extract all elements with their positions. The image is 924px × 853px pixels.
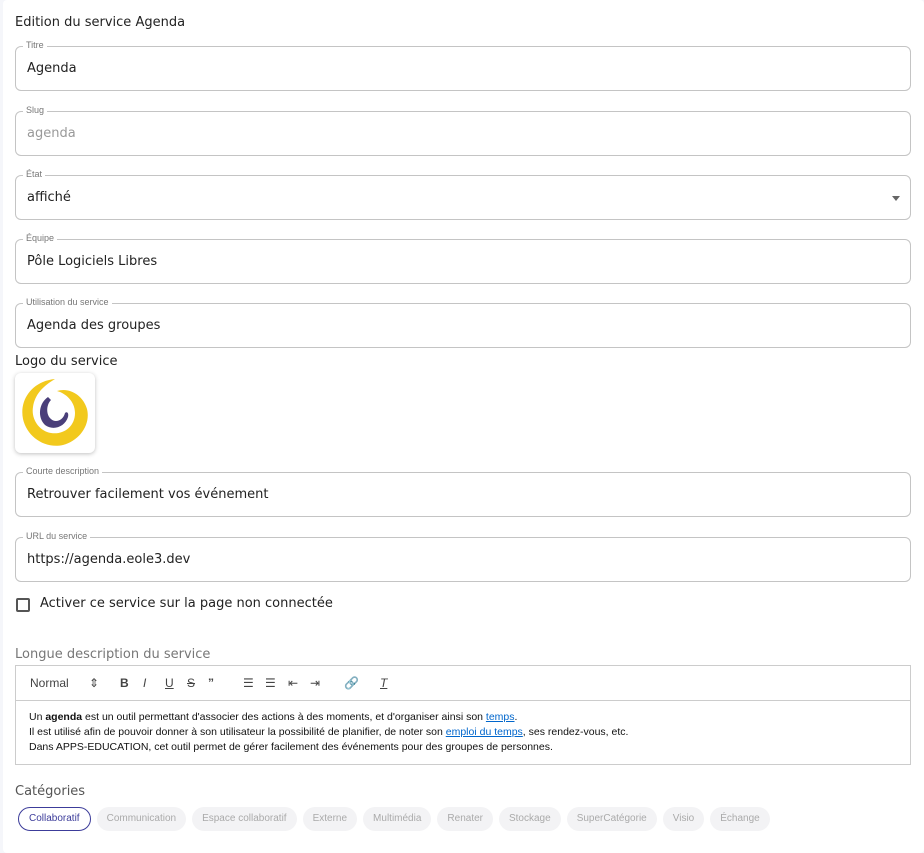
bold-icon[interactable]: B [120, 676, 129, 690]
editor-toolbar: Normal ⇕ B I U S ” ☰ ☰ ⇤ ⇥ 🔗 T [16, 666, 910, 701]
caret-down-icon [892, 196, 900, 201]
emploi-du-temps-link[interactable]: emploi du temps [446, 726, 523, 738]
temps-link[interactable]: temps [486, 711, 515, 723]
select-arrows-icon: ⇕ [89, 676, 100, 690]
logo-label: Logo du service [15, 354, 118, 369]
field-value: Retrouver facilement vos événement [27, 487, 269, 502]
categories-label: Catégories [15, 784, 86, 799]
short-description-field[interactable]: Courte description Retrouver facilement v… [15, 466, 911, 517]
strike-icon[interactable]: S [187, 676, 195, 690]
long-description-label: Longue description du service [15, 647, 211, 662]
field-value: Pôle Logiciels Libres [27, 254, 158, 269]
field-label: État [23, 169, 46, 179]
category-chip[interactable]: Visio [662, 807, 705, 831]
url-field[interactable]: URL du service https://agenda.eole3.dev [15, 531, 911, 582]
titre-field[interactable]: Titre Agenda [15, 40, 911, 91]
field-label: URL du service [23, 531, 91, 541]
field-label: Slug [23, 105, 48, 115]
category-chip[interactable]: Externe [302, 807, 358, 831]
field-label: Équipe [23, 233, 58, 243]
category-chip[interactable]: Communication [96, 807, 187, 831]
ordered-list-icon[interactable]: ☰ [243, 676, 254, 690]
bullet-list-icon[interactable]: ☰ [265, 676, 276, 690]
category-chip[interactable]: Multimédia [363, 807, 432, 831]
checkbox-label: Activer ce service sur la page non conne… [40, 596, 333, 611]
page-title: Edition du service Agenda [15, 15, 186, 30]
category-chips: Collaboratif Communication Espace collab… [18, 807, 770, 831]
field-value: Agenda [27, 61, 77, 76]
category-chip[interactable]: Stockage [498, 807, 561, 831]
editor-content[interactable]: Un agenda est un outil permettant d'asso… [16, 701, 910, 764]
italic-icon[interactable]: I [143, 676, 146, 690]
field-value: https://agenda.eole3.dev [27, 552, 191, 567]
outdent-icon[interactable]: ⇤ [288, 676, 298, 690]
category-chip[interactable]: Échange [710, 807, 770, 831]
field-label: Titre [23, 40, 47, 50]
field-value: agenda [27, 126, 76, 141]
slug-field: Slug agenda [15, 105, 911, 156]
field-value: Agenda des groupes [27, 318, 161, 333]
public-page-checkbox[interactable] [16, 598, 30, 612]
field-value: affiché [27, 190, 71, 205]
rich-text-editor[interactable]: Normal ⇕ B I U S ” ☰ ☰ ⇤ ⇥ 🔗 T Un agenda… [15, 665, 911, 765]
category-chip[interactable]: Collaboratif [18, 807, 91, 831]
link-icon[interactable]: 🔗 [344, 676, 359, 690]
agenda-logo-icon [22, 379, 88, 446]
service-logo[interactable] [15, 373, 95, 453]
clear-format-icon[interactable]: T [380, 676, 387, 690]
etat-select[interactable]: État affiché [15, 169, 911, 220]
format-select[interactable]: Normal [30, 676, 69, 690]
field-label: Utilisation du service [23, 297, 112, 307]
blockquote-icon[interactable]: ” [208, 676, 214, 690]
field-label: Courte description [23, 466, 103, 476]
usage-field[interactable]: Utilisation du service Agenda des groupes [15, 297, 911, 348]
equipe-field[interactable]: Équipe Pôle Logiciels Libres [15, 233, 911, 284]
category-chip[interactable]: Espace collaboratif [192, 807, 297, 831]
category-chip[interactable]: Renater [437, 807, 493, 831]
underline-icon[interactable]: U [165, 676, 174, 690]
indent-icon[interactable]: ⇥ [310, 676, 320, 690]
category-chip[interactable]: SuperCatégorie [566, 807, 657, 831]
